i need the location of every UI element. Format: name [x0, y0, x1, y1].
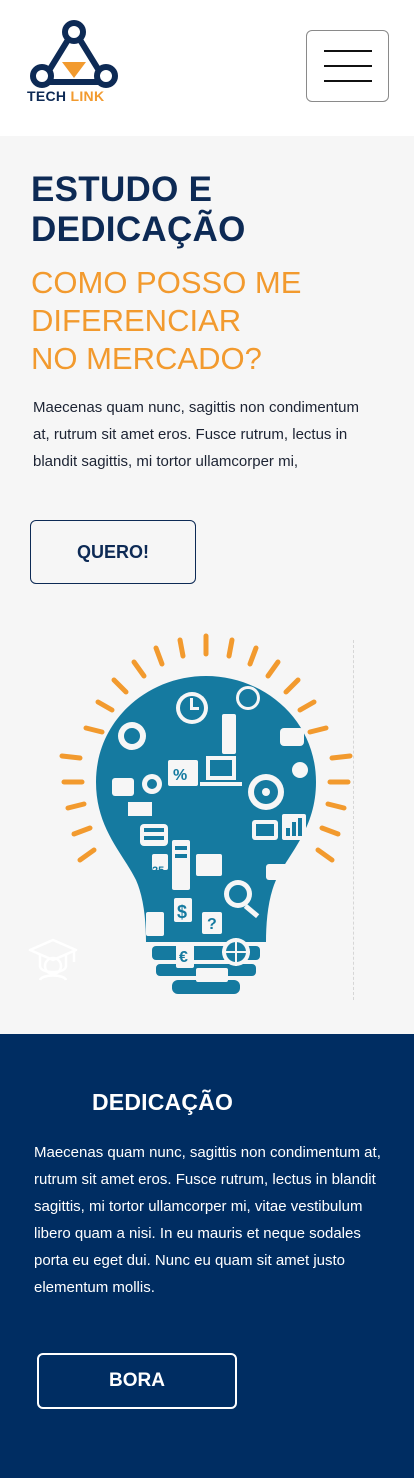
- site-header: TECH LINK: [0, 0, 414, 136]
- hero-subtitle-line: NO MERCADO?: [31, 341, 262, 376]
- dedicacao-description: Maecenas quam nunc, sagittis non condime…: [34, 1144, 381, 1296]
- quero-button[interactable]: QUERO!: [30, 520, 196, 584]
- hero-section: ESTUDO E DEDICAÇÃO COMO POSSO ME DIFEREN…: [0, 136, 414, 1034]
- bora-button[interactable]: BORA: [37, 1353, 237, 1409]
- svg-text:€: €: [179, 949, 188, 966]
- hero-description: Maecenas quam nunc, sagittis non condime…: [33, 399, 360, 470]
- dedicacao-section: DEDICAÇÃO Maecenas quam nunc, sagittis n…: [0, 1034, 414, 1478]
- hamburger-menu-bar: [324, 65, 372, 67]
- logo-wordmark[interactable]: TECH LINK: [27, 88, 104, 104]
- hamburger-menu-bar: [324, 80, 372, 82]
- svg-text:25: 25: [152, 865, 164, 877]
- lightbulb-icons-illustration: % 25 $ ? €: [59, 633, 353, 994]
- logo-word-tech: TECH: [27, 88, 67, 104]
- svg-text:?: ?: [207, 916, 217, 933]
- svg-text:%: %: [173, 767, 187, 784]
- hero-title: ESTUDO E DEDICAÇÃO: [31, 170, 246, 249]
- hero-subtitle-line: DIFERENCIAR: [31, 303, 242, 338]
- logo-word-link: LINK: [70, 88, 105, 104]
- svg-text:$: $: [177, 902, 187, 922]
- hamburger-menu-button[interactable]: [306, 30, 389, 102]
- dedicacao-title: DEDICAÇÃO: [92, 1089, 234, 1115]
- hero-subtitle-line: COMO POSSO ME: [31, 265, 302, 300]
- hamburger-menu-icon: [324, 50, 372, 52]
- hero-subtitle: COMO POSSO ME DIFERENCIAR NO MERCADO?: [31, 264, 391, 378]
- graduation-cap-icon: [28, 938, 78, 981]
